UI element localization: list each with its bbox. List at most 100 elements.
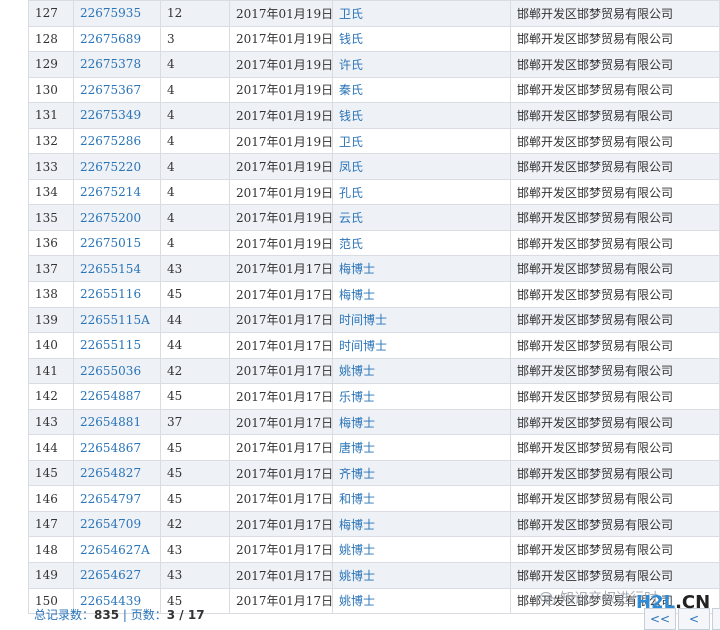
registration-number-link[interactable]: 22675214 [73,178,161,206]
trademark-name-link[interactable]: 梅博士 [332,281,511,308]
class-cell: 43 [160,255,230,283]
row-number-cell: 149 [28,562,74,589]
registration-number-link[interactable]: 22654887 [73,383,161,410]
summary-separator: | [119,608,131,622]
application-date-cell: 2017年01月19日 [229,0,333,27]
class-cell: 4 [160,76,230,104]
registration-number-link[interactable]: 22655116 [73,281,161,308]
registration-number-link[interactable]: 22675378 [73,51,161,78]
table-row: 130 22675367 4 2017年01月19日 秦氏 邯郸开发区邯梦贸易有限公司 [28,76,720,104]
applicant-cell: 邯郸开发区邯梦贸易有限公司 [510,51,720,78]
registration-number-link[interactable]: 22654827 [73,459,161,487]
registration-number-link[interactable]: 22654709 [73,510,161,538]
registration-number-link[interactable]: 22654627 [73,562,161,589]
applicant-cell: 邯郸开发区邯梦贸易有限公司 [510,76,720,104]
table-row: 135 22675200 4 2017年01月19日 云氏 邯郸开发区邯梦贸易有限公司 [28,204,720,231]
trademark-name-link[interactable]: 云氏 [332,204,511,231]
applicant-cell: 邯郸开发区邯梦贸易有限公司 [510,536,720,564]
application-date-cell: 2017年01月17日 [229,459,333,487]
trademark-name-link[interactable]: 卫氏 [332,127,511,155]
trademark-name-link[interactable]: 范氏 [332,229,511,257]
applicant-cell: 邯郸开发区邯梦贸易有限公司 [510,153,720,180]
application-date-cell: 2017年01月19日 [229,204,333,231]
registration-number-link[interactable]: 22675200 [73,204,161,231]
trademark-name-link[interactable]: 梅博士 [332,255,511,283]
row-number-cell: 139 [28,306,74,334]
application-date-cell: 2017年01月17日 [229,510,333,538]
class-cell: 3 [160,25,230,53]
registration-number-link[interactable]: 22655115A [73,306,161,334]
table-row: 133 22675220 4 2017年01月19日 凤氏 邯郸开发区邯梦贸易有限公司 [28,153,720,180]
row-number-cell: 127 [28,0,74,27]
class-cell: 4 [160,102,230,129]
class-cell: 44 [160,306,230,334]
table-row: 136 22675015 4 2017年01月19日 范氏 邯郸开发区邯梦贸易有限公司 [28,229,720,257]
registration-number-link[interactable]: 22675220 [73,153,161,180]
registration-number-link[interactable]: 22675015 [73,229,161,257]
registration-number-link[interactable]: 22675935 [73,0,161,27]
registration-number-link[interactable]: 22654867 [73,434,161,461]
trademark-table: 127 22675935 12 2017年01月19日 卫氏 邯郸开发区邯梦贸易有限公司 1… [28,0,720,615]
class-cell: 4 [160,204,230,231]
applicant-cell: 邯郸开发区邯梦贸易有限公司 [510,255,720,283]
class-cell: 42 [160,357,230,385]
trademark-name-link[interactable]: 卫氏 [332,0,511,27]
row-number-cell: 136 [28,229,74,257]
registration-number-link[interactable]: 22654881 [73,408,161,436]
registration-number-link[interactable]: 22655154 [73,255,161,283]
trademark-name-link[interactable]: 钱氏 [332,25,511,53]
trademark-name-link[interactable]: 姚博士 [332,536,511,564]
table-row: 134 22675214 4 2017年01月19日 孔氏 邯郸开发区邯梦贸易有限公司 [28,178,720,206]
application-date-cell: 2017年01月17日 [229,255,333,283]
registration-number-link[interactable]: 22675349 [73,102,161,129]
application-date-cell: 2017年01月17日 [229,536,333,564]
applicant-cell: 邯郸开发区邯梦贸易有限公司 [510,229,720,257]
application-date-cell: 2017年01月17日 [229,408,333,436]
row-number-cell: 133 [28,153,74,180]
row-number-cell: 144 [28,434,74,461]
application-date-cell: 2017年01月17日 [229,306,333,334]
registration-number-link[interactable]: 22675286 [73,127,161,155]
registration-number-link[interactable]: 22675689 [73,25,161,53]
trademark-name-link[interactable]: 时间博士 [332,306,511,334]
trademark-name-link[interactable]: 齐博士 [332,459,511,487]
table-row: 138 22655116 45 2017年01月17日 梅博士 邯郸开发区邯梦贸易有限公司 [28,281,720,308]
trademark-name-link[interactable]: 钱氏 [332,102,511,129]
registration-number-link[interactable]: 22675367 [73,76,161,104]
application-date-cell: 2017年01月19日 [229,153,333,180]
trademark-name-link[interactable]: 凤氏 [332,153,511,180]
page-1-button[interactable]: 1 [712,608,720,630]
applicant-cell: 邯郸开发区邯梦贸易有限公司 [510,357,720,385]
application-date-cell: 2017年01月17日 [229,562,333,589]
applicant-cell: 邯郸开发区邯梦贸易有限公司 [510,562,720,589]
trademark-name-link[interactable]: 梅博士 [332,408,511,436]
trademark-name-link[interactable]: 唐博士 [332,434,511,461]
class-cell: 4 [160,127,230,155]
applicant-cell: 邯郸开发区邯梦贸易有限公司 [510,178,720,206]
table-row: 142 22654887 45 2017年01月17日 乐博士 邯郸开发区邯梦贸易有限公司 [28,383,720,410]
applicant-cell: 邯郸开发区邯梦贸易有限公司 [510,383,720,410]
trademark-name-link[interactable]: 秦氏 [332,76,511,104]
trademark-name-link[interactable]: 时间博士 [332,332,511,359]
class-cell: 4 [160,229,230,257]
table-row: 128 22675689 3 2017年01月19日 钱氏 邯郸开发区邯梦贸易有限公司 [28,25,720,53]
trademark-name-link[interactable]: 姚博士 [332,562,511,589]
registration-number-link[interactable]: 22655036 [73,357,161,385]
trademark-name-link[interactable]: 梅博士 [332,510,511,538]
trademark-name-link[interactable]: 乐博士 [332,383,511,410]
row-number-cell: 140 [28,332,74,359]
row-number-cell: 145 [28,459,74,487]
registration-number-link[interactable]: 22654627A [73,536,161,564]
trademark-name-link[interactable]: 和博士 [332,485,511,512]
registration-number-link[interactable]: 22655115 [73,332,161,359]
trademark-name-link[interactable]: 姚博士 [332,357,511,385]
applicant-cell: 邯郸开发区邯梦贸易有限公司 [510,510,720,538]
registration-number-link[interactable]: 22654797 [73,485,161,512]
applicant-cell: 邯郸开发区邯梦贸易有限公司 [510,485,720,512]
application-date-cell: 2017年01月17日 [229,383,333,410]
table-row: 131 22675349 4 2017年01月19日 钱氏 邯郸开发区邯梦贸易有限公司 [28,102,720,129]
trademark-name-link[interactable]: 姚博士 [332,587,511,615]
table-row: 148 22654627A 43 2017年01月17日 姚博士 邯郸开发区邯梦贸易有限公… [28,536,720,564]
trademark-name-link[interactable]: 孔氏 [332,178,511,206]
trademark-name-link[interactable]: 许氏 [332,51,511,78]
